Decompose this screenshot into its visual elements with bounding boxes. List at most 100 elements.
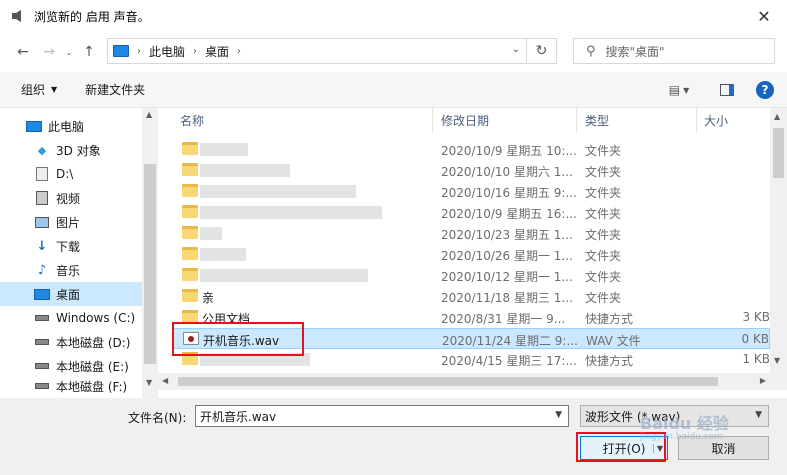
- breadcrumb-desktop[interactable]: 桌面: [205, 43, 229, 60]
- file-type: 快捷方式: [585, 354, 634, 368]
- organize-label: 组织: [21, 83, 46, 97]
- back-button[interactable]: ←: [10, 39, 36, 65]
- nav-item-label: 本地磁盘 (F:): [56, 379, 128, 394]
- caret-down-icon[interactable]: ▼: [652, 443, 663, 453]
- dialog-footer: 文件名(N): 开机音乐.wav ▼ 波形文件 (*.wav) ▼ 打开(O) …: [0, 398, 787, 475]
- column-divider[interactable]: [696, 108, 697, 133]
- file-date: 2020/8/31 星期一 9...: [441, 312, 566, 326]
- search-input[interactable]: ⚲ 搜索"桌面": [573, 38, 775, 64]
- file-date: 2020/4/15 星期三 17:...: [441, 354, 577, 368]
- file-type: 文件夹: [585, 228, 622, 242]
- file-row[interactable]: 2020/10/9 星期五 16:... 文件夹: [172, 202, 770, 223]
- sort-ascending-icon: ^: [300, 108, 308, 114]
- nav-item-local-disk-e[interactable]: 本地磁盘 (E:): [0, 354, 142, 378]
- file-date: 2020/11/24 星期二 9:...: [442, 334, 578, 348]
- scroll-down-icon[interactable]: ▼: [774, 356, 780, 365]
- file-row[interactable]: 2020/10/16 星期五 9:... 文件夹: [172, 181, 770, 202]
- file-row[interactable]: 2020/10/23 星期五 1... 文件夹: [172, 223, 770, 244]
- dialog-title: 浏览新的 启用 声音。: [34, 9, 150, 24]
- refresh-icon: ↻: [535, 43, 548, 59]
- help-button[interactable]: ?: [754, 78, 776, 102]
- file-list: 名称 ^ 修改日期 类型 大小 2020/10/9 星期五 10:... 文件夹…: [158, 108, 770, 398]
- nav-item-music[interactable]: ♪ 音乐: [0, 258, 142, 282]
- file-row[interactable]: 亲 2020/11/18 星期三 1... 文件夹: [172, 286, 770, 307]
- folder-icon: [182, 184, 198, 197]
- file-row[interactable]: 2020/10/9 星期五 10:... 文件夹: [172, 139, 770, 160]
- nav-item-label: 此电脑: [48, 119, 85, 134]
- file-name: 亲: [202, 291, 215, 305]
- title-bar: 浏览新的 启用 声音。 ✕: [0, 0, 787, 32]
- folder-icon: [182, 142, 198, 155]
- file-size: 3 KB: [742, 310, 770, 324]
- scroll-down-icon[interactable]: ▼: [146, 378, 152, 387]
- nav-item-local-disk-f[interactable]: 本地磁盘 (F:): [0, 378, 142, 394]
- drive-icon: [34, 167, 50, 181]
- organize-button[interactable]: 组织 ▼: [21, 81, 57, 98]
- nav-item-downloads[interactable]: ↓ 下载: [0, 234, 142, 258]
- chevron-down-icon: ⌄: [65, 47, 73, 57]
- close-button[interactable]: ✕: [741, 0, 787, 32]
- chevron-right-icon: ›: [237, 45, 242, 57]
- scroll-up-icon[interactable]: ▲: [774, 112, 780, 121]
- open-button[interactable]: 打开(O) ▼: [580, 436, 668, 460]
- nav-item-c-drive[interactable]: Windows (C:): [0, 306, 142, 330]
- caret-down-icon: ▼: [51, 85, 58, 94]
- file-row[interactable]: 2020/10/10 星期六 1... 文件夹: [172, 160, 770, 181]
- nav-item-local-disk-d[interactable]: 本地磁盘 (D:): [0, 330, 142, 354]
- nav-item-label: 图片: [56, 215, 81, 230]
- new-folder-button[interactable]: 新建文件夹: [85, 81, 145, 98]
- view-options-button[interactable]: ▤ ▼: [664, 78, 694, 102]
- column-divider[interactable]: [432, 108, 433, 133]
- file-row[interactable]: 2020/10/12 星期一 1... 文件夹: [172, 265, 770, 286]
- file-scroll-thumb[interactable]: [773, 128, 784, 178]
- nav-scrollbar[interactable]: ▲ ▼: [142, 108, 158, 398]
- file-list-scrollbar[interactable]: ▲ ▼: [770, 108, 787, 390]
- file-row[interactable]: 公用文档 2020/8/31 星期一 9... 快捷方式 3 KB: [172, 307, 770, 328]
- filename-label: 文件名(N):: [128, 411, 187, 425]
- refresh-button[interactable]: ↻: [527, 38, 557, 64]
- scroll-up-icon[interactable]: ▲: [146, 110, 152, 119]
- nav-item-d-drive[interactable]: D:\: [0, 162, 142, 186]
- address-bar[interactable]: › 此电脑 › 桌面 › ⌄: [107, 38, 527, 64]
- chevron-down-icon: ▼: [755, 410, 762, 420]
- column-header-name[interactable]: 名称: [180, 108, 204, 133]
- chevron-right-icon: ›: [193, 45, 198, 57]
- breadcrumb-this-pc[interactable]: 此电脑: [149, 43, 185, 60]
- scroll-right-icon[interactable]: ▶: [760, 376, 766, 385]
- horizontal-scroll-thumb[interactable]: [178, 377, 718, 386]
- scroll-left-icon[interactable]: ◀: [162, 376, 168, 385]
- redacted-name: [200, 269, 368, 282]
- file-row[interactable]: 2020/4/15 星期三 17:... 快捷方式 1 KB: [172, 349, 770, 370]
- nav-item-label: 下载: [56, 239, 81, 254]
- nav-item-desktop[interactable]: 桌面: [0, 282, 142, 306]
- chevron-down-icon[interactable]: ⌄: [512, 44, 520, 55]
- preview-pane-button[interactable]: [716, 78, 738, 102]
- file-row[interactable]: 2020/10/26 星期一 1... 文件夹: [172, 244, 770, 265]
- file-row-selected[interactable]: 开机音乐.wav 2020/11/24 星期二 9:... WAV 文件 0 K…: [172, 328, 770, 349]
- filename-input[interactable]: 开机音乐.wav ▼: [195, 405, 569, 427]
- chevron-down-icon[interactable]: ▼: [555, 410, 562, 420]
- nav-item-this-pc[interactable]: 此电脑: [0, 114, 142, 138]
- folder-icon: [182, 247, 198, 260]
- file-type: 文件夹: [585, 291, 622, 305]
- nav-scroll-thumb[interactable]: [144, 164, 156, 364]
- column-header-date[interactable]: 修改日期: [441, 108, 489, 133]
- horizontal-scrollbar[interactable]: ◀ ▶: [158, 373, 770, 390]
- folder-icon: [182, 205, 198, 218]
- nav-item-3d-objects[interactable]: ◆ 3D 对象: [0, 138, 142, 162]
- nav-item-videos[interactable]: 视频: [0, 186, 142, 210]
- up-button[interactable]: ↑: [76, 39, 102, 65]
- cancel-button[interactable]: 取消: [678, 436, 769, 460]
- nav-item-pictures[interactable]: 图片: [0, 210, 142, 234]
- recent-locations-button[interactable]: ⌄: [62, 39, 76, 65]
- cancel-label: 取消: [711, 441, 736, 456]
- column-header-size[interactable]: 大小: [704, 108, 728, 133]
- filetype-select[interactable]: 波形文件 (*.wav) ▼: [580, 405, 769, 427]
- column-date-label: 修改日期: [441, 114, 490, 128]
- file-name: 开机音乐.wav: [203, 334, 280, 348]
- forward-button[interactable]: →: [36, 39, 62, 65]
- file-size: 0 KB: [741, 332, 769, 346]
- column-divider[interactable]: [576, 108, 577, 133]
- drive-icon: [34, 379, 50, 393]
- column-header-type[interactable]: 类型: [585, 108, 609, 133]
